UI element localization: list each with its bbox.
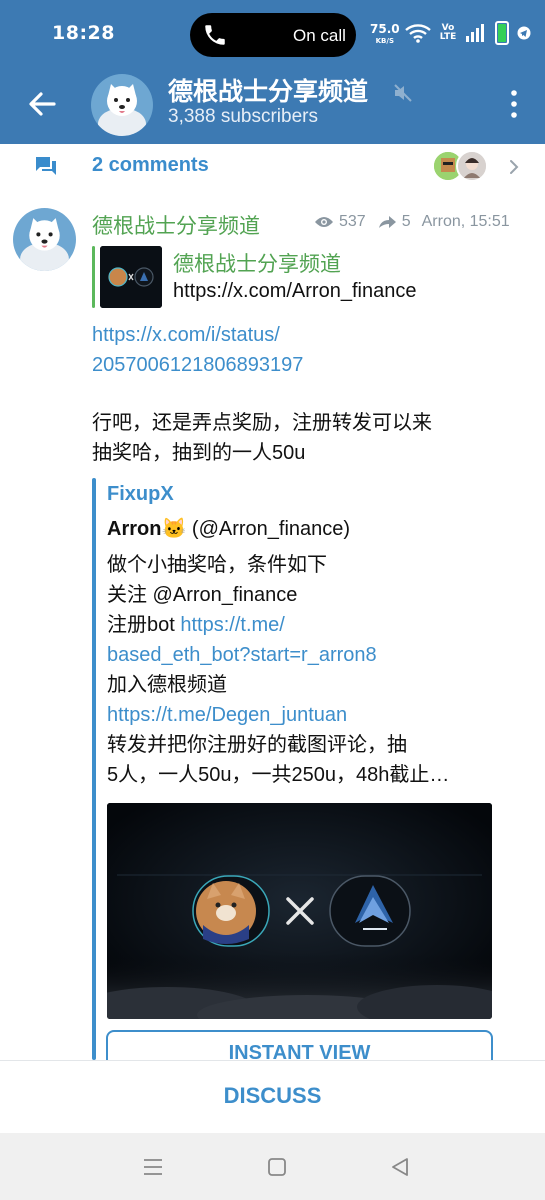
status-bar: 18:28 On call 75.0 KB/S Vo LTE [0, 0, 545, 66]
comments-icon [36, 157, 56, 175]
preview-line: 做个小抽奖哈，条件如下 [107, 554, 327, 576]
channel-title[interactable]: 德根战士分享频道 [168, 72, 368, 108]
discuss-button[interactable]: DISCUSS [0, 1083, 545, 1109]
system-nav-bar [0, 1133, 545, 1200]
message-author[interactable]: 德根战士分享频道 [92, 210, 260, 240]
telegram-notification-icon [517, 26, 531, 40]
preview-accent-bar [92, 478, 96, 1060]
preview-line: 加入德根频道 [107, 674, 227, 696]
comments-row[interactable]: 2 comments [0, 144, 545, 190]
reply-title: 德根战士分享频道 [173, 253, 341, 276]
preview-site-name: FixupX [107, 483, 174, 505]
status-icons: Vo LTE [405, 20, 531, 46]
status-link[interactable]: https://x.com/i/status/ 2057006121806893… [92, 320, 303, 380]
nav-menu-icon[interactable] [141, 1155, 165, 1179]
share-arrow-icon [378, 216, 396, 228]
commenter-avatar [456, 150, 488, 182]
preview-line: 5人，一人50u，一共250u，48h截止… [107, 764, 450, 786]
message-text: 行吧，还是弄点奖励，注册转发可以来 抽奖哈，抽到的一人50u [92, 412, 432, 464]
discuss-bar: DISCUSS [0, 1060, 545, 1133]
comments-label: 2 comments [92, 154, 209, 176]
forwarded-reply[interactable]: 德根战士分享频道 https://x.com/Arron_finance [92, 246, 492, 308]
forward-count: 5 [401, 213, 411, 230]
back-arrow-icon[interactable] [22, 84, 62, 124]
bot-link-cont[interactable]: based_eth_bot?start=r_arron8 [107, 644, 377, 666]
call-label: On call [293, 26, 346, 45]
signature-time: Arron, 15:51 [421, 213, 510, 230]
cat-emoji: 🐱 [161, 518, 187, 540]
preview-line: 注册bot https://t.me/ [107, 614, 285, 636]
chat-header: 德根战士分享频道 3,388 subscribers [0, 66, 545, 144]
signal-icon [466, 24, 484, 42]
more-vert-icon[interactable] [511, 90, 517, 118]
channel-link[interactable]: https://t.me/Degen_juntuan [107, 704, 347, 726]
muted-speaker-icon [394, 84, 412, 102]
subscriber-count: 3,388 subscribers [168, 106, 318, 127]
preview-description: 做个小抽奖哈，条件如下 关注 @Arron_finance 注册bot http… [107, 550, 492, 790]
phone-icon [205, 25, 225, 45]
nav-home-icon[interactable] [265, 1155, 289, 1179]
view-count: 537 [339, 213, 366, 230]
status-time: 18:28 [52, 22, 115, 44]
reply-link: https://x.com/Arron_finance [173, 280, 417, 302]
eye-icon [315, 217, 333, 227]
channel-avatar[interactable] [91, 74, 153, 136]
reply-accent-bar [92, 246, 95, 308]
message-author-avatar[interactable] [13, 208, 76, 271]
preview-image[interactable] [107, 803, 492, 1019]
bot-link[interactable]: https://t.me/ [180, 614, 284, 636]
reply-thumbnail [100, 246, 162, 308]
call-pill[interactable]: On call [190, 13, 356, 57]
message-meta: 537 5 Arron, 15:51 [314, 213, 510, 231]
battery-icon [495, 21, 509, 45]
nav-back-icon[interactable] [388, 1155, 412, 1179]
wifi-icon [405, 24, 431, 43]
chevron-right-icon [510, 160, 519, 174]
preview-line: based_eth_bot?start=r_arron8 [107, 640, 492, 670]
volte-badge: Vo LTE [439, 23, 457, 42]
link-preview[interactable]: FixupX Arron🐱 (@Arron_finance) 做个小抽奖哈，条件… [92, 478, 502, 1078]
preview-line: 关注 @Arron_finance [107, 584, 298, 606]
preview-line: 转发并把你注册好的截图评论，抽 [107, 734, 407, 756]
net-speed: 75.0 KB/S [370, 22, 400, 45]
preview-title: Arron🐱 (@Arron_finance) [107, 518, 351, 540]
preview-line: https://t.me/Degen_juntuan [107, 700, 492, 730]
